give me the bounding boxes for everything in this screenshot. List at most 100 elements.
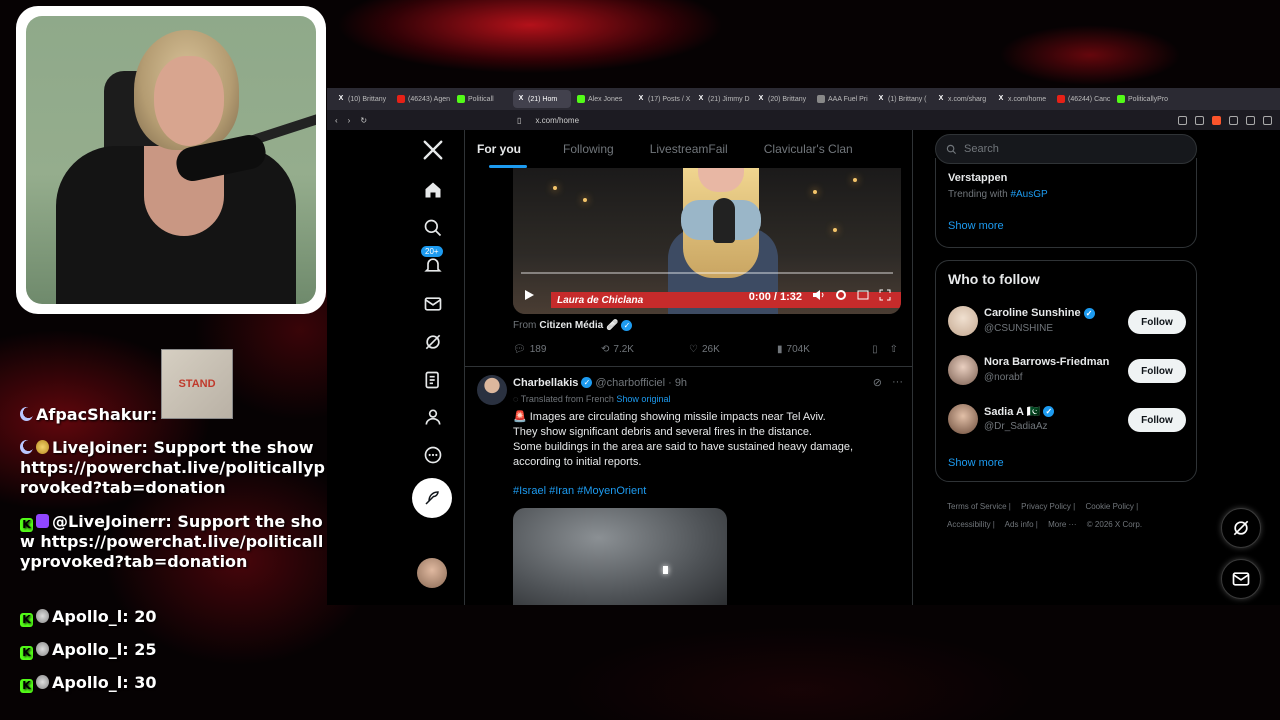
video-controls: 0:00 / 1:32 — [513, 280, 901, 314]
volume-icon[interactable] — [812, 288, 825, 306]
who-to-follow-show-more[interactable]: Show more — [948, 457, 1004, 469]
reply-icon: 💬︎ — [513, 343, 526, 355]
tab-livestreamfail[interactable]: LivestreamFail — [626, 130, 740, 168]
account-avatar[interactable] — [417, 558, 447, 588]
kick-badge-icon: K — [20, 646, 33, 660]
browser-tab[interactable]: (46244) Canc — [1053, 90, 1111, 108]
menu-icon[interactable] — [1263, 115, 1272, 125]
tab-for-you[interactable]: For you — [465, 130, 533, 168]
author-name[interactable]: Charbellakis — [513, 377, 578, 389]
share-icon[interactable]: ⇧ — [890, 344, 898, 355]
chat-message: LiveJoiner: Support the show https://pow… — [20, 438, 325, 497]
tweet-hashtags[interactable]: #Israel #Iran #MoyenOrient — [513, 485, 646, 497]
follow-suggestion[interactable]: Caroline Sunshine ✓ @CSUNSHINE Follow — [948, 306, 1186, 338]
back-icon[interactable]: ‹ — [335, 116, 338, 125]
follow-button[interactable]: Follow — [1128, 359, 1186, 383]
browser-tab[interactable]: X (1) Brittany ( — [873, 90, 931, 108]
share-icon[interactable] — [1195, 115, 1204, 125]
home-icon[interactable] — [415, 172, 451, 208]
browser-tab[interactable]: Xx.com/home — [993, 90, 1051, 108]
browser-tab[interactable]: (46243) Agen — [393, 90, 451, 108]
notification-badge: 20+ — [421, 246, 443, 257]
compose-post-button[interactable] — [412, 478, 452, 518]
profile-icon[interactable] — [415, 399, 451, 435]
forward-icon[interactable]: › — [348, 116, 351, 125]
search-icon — [946, 144, 957, 154]
tweet-video-player[interactable]: Laura de Chiclana 0:00 / 1:32 — [513, 168, 901, 314]
follow-button[interactable]: Follow — [1128, 310, 1186, 334]
tab-clavicular-clan[interactable]: Clavicular's Clan — [740, 130, 865, 168]
show-original-link[interactable]: Show original — [616, 394, 670, 404]
browser-tab[interactable]: Xx.com/sharg — [933, 90, 991, 108]
tweet-divider — [465, 366, 912, 367]
accessibility-link[interactable]: Accessibility | — [947, 520, 995, 529]
trends-show-more[interactable]: Show more — [948, 220, 1004, 232]
browser-tab[interactable]: X (21) Jimmy D — [693, 90, 751, 108]
trend-name[interactable]: Verstappen — [948, 172, 1007, 184]
browser-tab[interactable]: X (20) Brittany — [753, 90, 811, 108]
messages-envelope-icon[interactable] — [415, 286, 451, 322]
grok-float-button[interactable] — [1221, 508, 1261, 548]
browser-tab[interactable]: AAA Fuel Pri — [813, 90, 871, 108]
browser-tab[interactable]: PoliticallyPro — [1113, 90, 1171, 108]
pip-icon[interactable] — [857, 288, 869, 306]
tweet-video-thumbnail[interactable] — [513, 508, 727, 605]
notifications-bell-icon[interactable]: 20+ — [415, 246, 451, 283]
cookie-link[interactable]: Cookie Policy | — [1085, 502, 1138, 511]
messages-float-button[interactable] — [1221, 559, 1261, 599]
settings-gear-icon[interactable] — [835, 288, 847, 306]
avatar — [948, 306, 978, 336]
explore-search-icon[interactable] — [415, 210, 451, 246]
source-name[interactable]: Citizen Média 🩹 — [539, 320, 618, 331]
browser-tab[interactable]: X (10) Brittany — [333, 90, 391, 108]
tweet-time[interactable]: · 9h — [668, 377, 687, 389]
bookmark-icon[interactable]: ▯ — [872, 344, 878, 355]
x-sidebar-nav: 20+ — [407, 130, 463, 605]
extensions-icon[interactable] — [1229, 115, 1238, 125]
sidebar-icon[interactable] — [1246, 115, 1255, 125]
follow-button[interactable]: Follow — [1128, 408, 1186, 432]
chat-message: K Apollo_l: 25 — [20, 640, 325, 660]
url-field[interactable]: x.com/home — [531, 113, 584, 127]
author-handle[interactable]: @charbofficiel — [595, 377, 665, 389]
tweet-author-avatar[interactable] — [477, 375, 507, 405]
search-input[interactable]: Search — [935, 134, 1197, 164]
coin-badge-icon — [36, 440, 49, 454]
more-options-icon[interactable]: ··· — [892, 376, 903, 389]
grok-icon[interactable] — [415, 324, 451, 360]
ads-info-link[interactable]: Ads info | — [1005, 520, 1038, 529]
more-link[interactable]: More ··· — [1048, 520, 1076, 529]
x-logo-icon: X — [998, 95, 1004, 102]
fullscreen-icon[interactable] — [879, 288, 891, 306]
chat-message: AfpacShakur: — [20, 405, 325, 425]
zoom-icon[interactable] — [1178, 115, 1187, 125]
more-circle-icon[interactable] — [415, 437, 451, 473]
grok-icon[interactable]: ⊘ — [873, 376, 882, 389]
reply-button[interactable]: 💬︎ 189 — [513, 344, 601, 355]
verified-badge-icon: ✓ — [1083, 307, 1095, 319]
repost-button[interactable]: ⟲ 7.2K — [601, 344, 689, 355]
browser-tab[interactable]: Politicall — [453, 90, 511, 108]
kick-icon — [457, 95, 465, 103]
who-to-follow-title: Who to follow — [948, 271, 1040, 287]
play-icon[interactable] — [523, 288, 535, 306]
lists-icon[interactable] — [415, 362, 451, 398]
x-logo[interactable] — [415, 132, 451, 168]
globe-icon — [817, 95, 825, 103]
brave-shield-icon[interactable] — [1212, 115, 1221, 125]
browser-tab[interactable]: Alex Jones — [573, 90, 631, 108]
like-button[interactable]: ♡ 26K — [689, 344, 777, 355]
tab-following[interactable]: Following — [533, 130, 626, 168]
youtube-icon — [1057, 95, 1065, 103]
reload-icon[interactable]: ↻ — [360, 116, 367, 125]
follow-suggestion[interactable]: Sadia A 🇵🇰 ✓ @Dr_SadiaAz Follow — [948, 404, 1186, 436]
privacy-link[interactable]: Privacy Policy | — [1021, 502, 1075, 511]
browser-tab-active[interactable]: X (21) Hom — [513, 90, 571, 108]
webcam-feed — [26, 16, 316, 304]
bookmark-icon[interactable]: ▯ — [517, 116, 521, 125]
views-button[interactable]: ▮ 704K — [777, 344, 865, 355]
browser-tab[interactable]: X (17) Posts / X — [633, 90, 691, 108]
video-progress-bar[interactable] — [521, 272, 893, 274]
follow-suggestion[interactable]: Nora Barrows-Friedman @norabf Follow — [948, 355, 1186, 387]
terms-link[interactable]: Terms of Service | — [947, 502, 1011, 511]
